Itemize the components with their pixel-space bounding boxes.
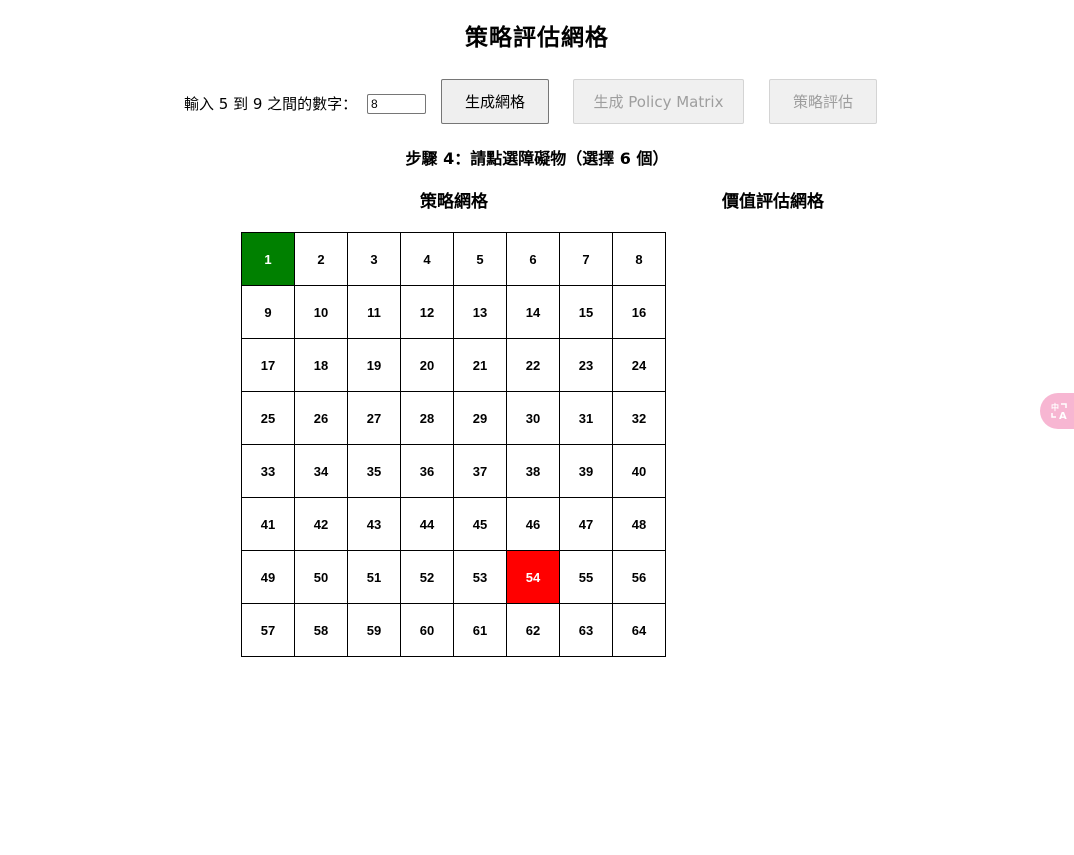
grid-cell[interactable]: 56 xyxy=(613,551,666,604)
grid-cell[interactable]: 47 xyxy=(560,498,613,551)
grid-cell[interactable]: 7 xyxy=(560,233,613,286)
grid-cell[interactable]: 27 xyxy=(348,392,401,445)
controls-bar: 輸入 5 到 9 之間的數字： 生成網格 生成 Policy Matrix 策略… xyxy=(0,79,1074,125)
end-cell[interactable]: 54 xyxy=(507,551,560,604)
step-instruction: 步驟 4：請點選障礙物（選擇 6 個） xyxy=(405,149,669,168)
grid-cell[interactable]: 57 xyxy=(242,604,295,657)
grid-cell[interactable]: 9 xyxy=(242,286,295,339)
grid-cell[interactable]: 49 xyxy=(242,551,295,604)
generate-grid-button[interactable]: 生成網格 xyxy=(441,79,549,124)
grid-cell[interactable]: 26 xyxy=(295,392,348,445)
grid-cell[interactable]: 35 xyxy=(348,445,401,498)
grid-cell[interactable]: 60 xyxy=(401,604,454,657)
grid-size-input[interactable] xyxy=(367,94,426,114)
grid-cell[interactable]: 4 xyxy=(401,233,454,286)
grid-cell[interactable]: 3 xyxy=(348,233,401,286)
grid-cell[interactable]: 21 xyxy=(454,339,507,392)
grid-cell[interactable]: 2 xyxy=(295,233,348,286)
grid-cell[interactable]: 62 xyxy=(507,604,560,657)
grid-cell[interactable]: 44 xyxy=(401,498,454,551)
grid-cell[interactable]: 36 xyxy=(401,445,454,498)
grid-cell[interactable]: 34 xyxy=(295,445,348,498)
grid-cell[interactable]: 10 xyxy=(295,286,348,339)
grid-cell[interactable]: 12 xyxy=(401,286,454,339)
grid-cell[interactable]: 19 xyxy=(348,339,401,392)
grid-cell[interactable]: 30 xyxy=(507,392,560,445)
grid-cell[interactable]: 20 xyxy=(401,339,454,392)
grid-cell[interactable]: 18 xyxy=(295,339,348,392)
grid-cell[interactable]: 22 xyxy=(507,339,560,392)
generate-policy-matrix-button[interactable]: 生成 Policy Matrix xyxy=(573,79,744,124)
grid-cell[interactable]: 64 xyxy=(613,604,666,657)
grid-cell[interactable]: 5 xyxy=(454,233,507,286)
grid-cell[interactable]: 33 xyxy=(242,445,295,498)
grid-cell[interactable]: 13 xyxy=(454,286,507,339)
page-title: 策略評估網格 xyxy=(465,25,609,51)
grid-cell[interactable]: 37 xyxy=(454,445,507,498)
start-cell[interactable]: 1 xyxy=(242,233,295,286)
value-grid-heading: 價值評估網格 xyxy=(722,192,824,212)
grid-cell[interactable]: 32 xyxy=(613,392,666,445)
grid-cell[interactable]: 15 xyxy=(560,286,613,339)
grid-cell[interactable]: 50 xyxy=(295,551,348,604)
grid-cell[interactable]: 63 xyxy=(560,604,613,657)
grid-cell[interactable]: 28 xyxy=(401,392,454,445)
grid-cell[interactable]: 8 xyxy=(613,233,666,286)
grid-cell[interactable]: 53 xyxy=(454,551,507,604)
grid-cell[interactable]: 51 xyxy=(348,551,401,604)
grid-cell[interactable]: 48 xyxy=(613,498,666,551)
grid-cell[interactable]: 43 xyxy=(348,498,401,551)
grid-cell[interactable]: 23 xyxy=(560,339,613,392)
policy-evaluation-button[interactable]: 策略評估 xyxy=(769,79,877,124)
grid-cell[interactable]: 42 xyxy=(295,498,348,551)
grid-cell[interactable]: 24 xyxy=(613,339,666,392)
grid-cell[interactable]: 11 xyxy=(348,286,401,339)
grid-cell[interactable]: 38 xyxy=(507,445,560,498)
grid-cell[interactable]: 61 xyxy=(454,604,507,657)
grid-cell[interactable]: 17 xyxy=(242,339,295,392)
grid-cell[interactable]: 25 xyxy=(242,392,295,445)
grid-cell[interactable]: 39 xyxy=(560,445,613,498)
grid-cell[interactable]: 59 xyxy=(348,604,401,657)
grid-cell[interactable]: 16 xyxy=(613,286,666,339)
grid-cell[interactable]: 6 xyxy=(507,233,560,286)
grid-cell[interactable]: 55 xyxy=(560,551,613,604)
grid-cell[interactable]: 31 xyxy=(560,392,613,445)
grid-size-label: 輸入 5 到 9 之間的數字： xyxy=(184,95,358,113)
grid-cell[interactable]: 40 xyxy=(613,445,666,498)
grid-cell[interactable]: 45 xyxy=(454,498,507,551)
translate-extension-tab[interactable]: 中 A xyxy=(1040,393,1074,429)
grid-cell[interactable]: 41 xyxy=(242,498,295,551)
policy-grid: 1 2 3 4 5 6 7 8 9 10 11 12 13 14 15 16 17 18 19 20 21 22 23 24 2… xyxy=(241,232,666,657)
grid-cell[interactable]: 29 xyxy=(454,392,507,445)
grid-cell[interactable]: 52 xyxy=(401,551,454,604)
grid-cell[interactable]: 14 xyxy=(507,286,560,339)
svg-text:中: 中 xyxy=(1051,402,1059,412)
policy-grid-heading: 策略網格 xyxy=(420,192,488,212)
grid-cell[interactable]: 58 xyxy=(295,604,348,657)
grid-cell[interactable]: 46 xyxy=(507,498,560,551)
svg-text:A: A xyxy=(1059,411,1067,421)
translate-icon: 中 A xyxy=(1050,401,1070,421)
